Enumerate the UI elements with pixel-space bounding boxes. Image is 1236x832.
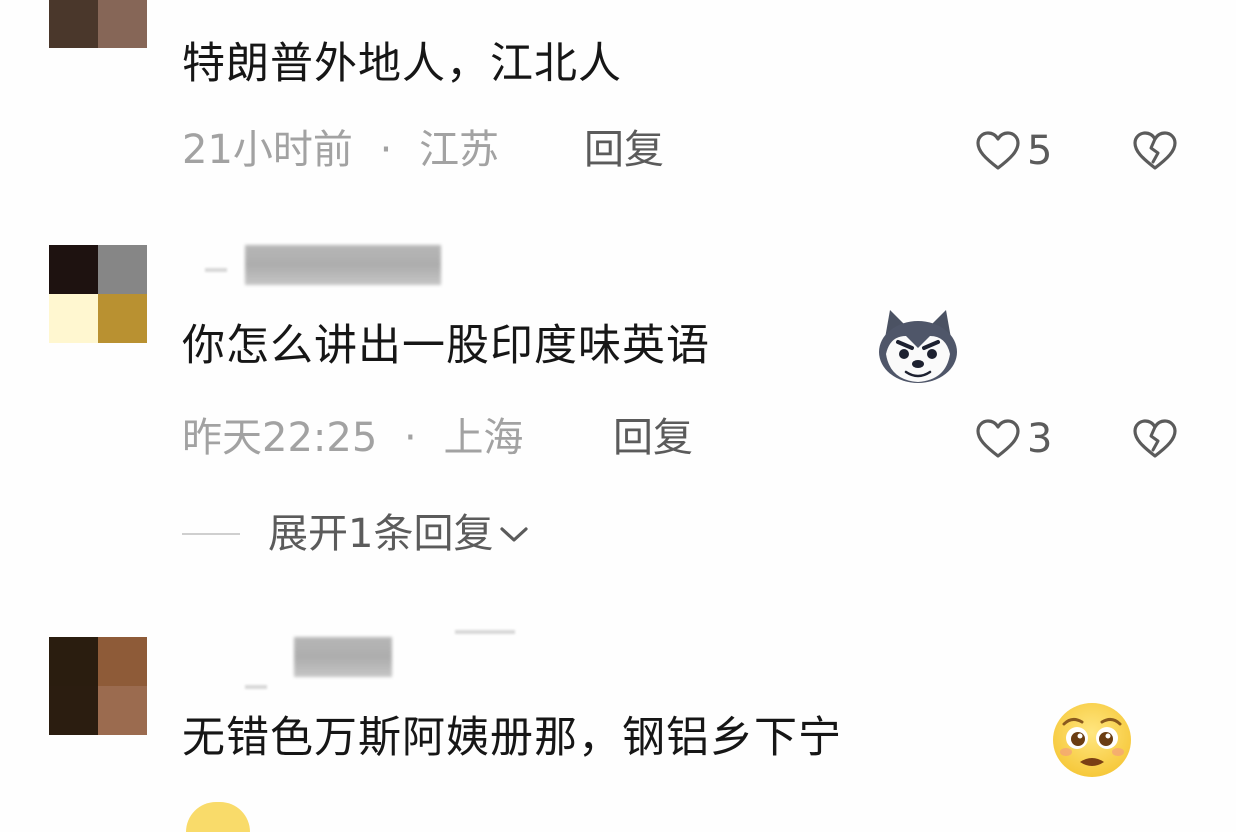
- like-button[interactable]: 3: [975, 415, 1052, 463]
- broken-heart-icon[interactable]: [1132, 418, 1178, 460]
- like-count: 5: [1027, 128, 1053, 174]
- comment-text: 无错色万斯阿姨册那，钢铝乡下宁: [182, 712, 842, 764]
- username-blurred: [455, 630, 515, 634]
- pleading-face-emoji: [1053, 703, 1131, 777]
- comment-text: 你怎么讲出一股印度味英语: [182, 320, 710, 372]
- heart-outline-icon: [976, 419, 1020, 458]
- avatar[interactable]: [49, 0, 147, 48]
- heart-outline-icon: [976, 131, 1020, 170]
- avatar[interactable]: [49, 245, 147, 343]
- comment-meta: 昨天22:25 · 上海: [182, 414, 523, 462]
- husky-dog-emoji: [879, 310, 957, 383]
- comment-location: 江苏: [419, 127, 500, 173]
- expand-replies-label: 展开1条回复: [268, 511, 494, 557]
- comment-text-body: 你怎么讲出一股印度味英语: [182, 321, 710, 371]
- meta-separator: ·: [404, 415, 417, 461]
- expand-divider: [182, 533, 240, 535]
- chevron-down-icon: [500, 527, 529, 542]
- like-count: 3: [1027, 416, 1053, 462]
- comment-time: 昨天22:25: [182, 415, 378, 461]
- comment-text: 特朗普外地人，江北人: [182, 39, 622, 89]
- comment-time: 21小时前: [182, 127, 353, 173]
- username-blurred: [245, 685, 267, 689]
- meta-separator: ·: [379, 127, 393, 173]
- partial-emoji: [186, 802, 250, 832]
- comment-meta: 21小时前 · 江苏: [182, 126, 499, 174]
- reply-button[interactable]: 回复: [584, 126, 664, 174]
- username-blurred[interactable]: [245, 245, 441, 285]
- avatar[interactable]: [49, 637, 147, 735]
- comment-text-body: 无错色万斯阿姨册那，钢铝乡下宁: [182, 713, 842, 763]
- comment-location: 上海: [443, 415, 524, 461]
- username-blurred[interactable]: [294, 637, 392, 677]
- broken-heart-icon[interactable]: [1132, 130, 1178, 172]
- reply-button[interactable]: 回复: [613, 414, 693, 462]
- expand-replies[interactable]: 展开1条回复: [182, 510, 531, 558]
- username-blurred: [205, 268, 227, 272]
- like-button[interactable]: 5: [975, 127, 1052, 175]
